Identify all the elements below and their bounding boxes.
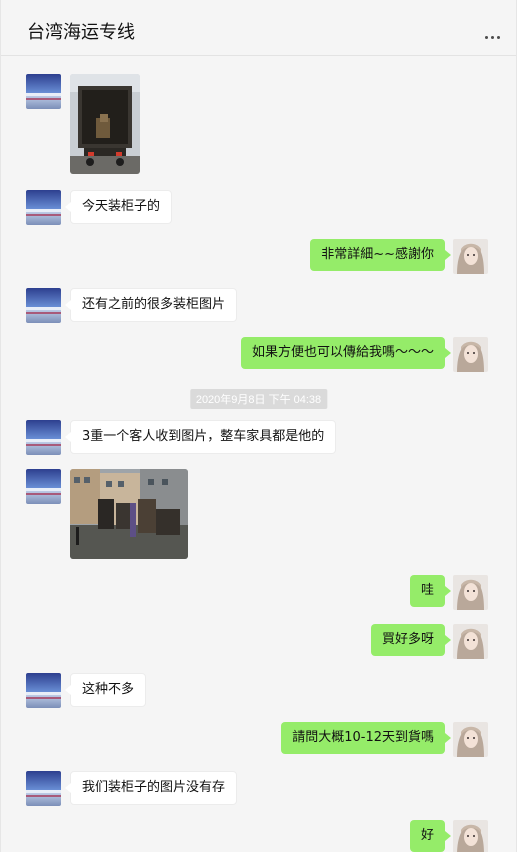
- user-avatar[interactable]: [453, 624, 488, 659]
- message-row: [1, 469, 516, 559]
- user-avatar[interactable]: [453, 820, 488, 852]
- incoming-message-bubble[interactable]: 3重一个客人收到图片，整车家具都是他的: [64, 420, 337, 454]
- outgoing-message-bubble[interactable]: 非常詳細~~感謝你: [310, 239, 451, 271]
- message-row: 非常詳細~~感謝你: [1, 239, 516, 274]
- message-row: 我们装柜子的图片没有存: [1, 771, 516, 806]
- incoming-message-bubble[interactable]: 我们装柜子的图片没有存: [64, 771, 238, 805]
- message-row: 还有之前的很多装柜图片: [1, 288, 516, 323]
- message-row: 請問大概10-12天到貨嗎: [1, 722, 516, 757]
- message-row: 3重一个客人收到图片，整车家具都是他的: [1, 420, 516, 455]
- chat-title: 台湾海运专线: [27, 22, 135, 43]
- outgoing-message-bubble[interactable]: 好: [409, 820, 452, 852]
- user-avatar[interactable]: [453, 722, 488, 757]
- contact-avatar[interactable]: [26, 74, 61, 109]
- chat-window: ⊥ — □ ✕ 台湾海运专线: [0, 0, 517, 852]
- message-row: 今天装柜子的: [1, 190, 516, 225]
- image-message[interactable]: [70, 74, 140, 174]
- outgoing-message-bubble[interactable]: 哇: [409, 575, 452, 607]
- message-list[interactable]: 今天装柜子的 非常詳細~~感謝你 还有之前的很多装柜图片 如果方便也可以傳給我嗎…: [1, 57, 516, 852]
- message-row: 如果方便也可以傳給我嗎～～～: [1, 337, 516, 372]
- user-avatar[interactable]: [453, 337, 488, 372]
- user-avatar[interactable]: [453, 239, 488, 274]
- image-message[interactable]: [70, 469, 188, 559]
- title-bar: 台湾海运专线: [1, 0, 516, 56]
- message-row: 買好多呀: [1, 624, 516, 659]
- message-row: 好: [1, 820, 516, 852]
- message-row: [1, 74, 516, 174]
- message-row: 哇: [1, 575, 516, 610]
- contact-avatar[interactable]: [26, 420, 61, 455]
- message-timestamp: 2020年9月8日 下午 04:38: [189, 389, 328, 409]
- contact-avatar[interactable]: [26, 771, 61, 806]
- message-row: 这种不多: [1, 673, 516, 708]
- contact-avatar[interactable]: [26, 673, 61, 708]
- outgoing-message-bubble[interactable]: 請問大概10-12天到貨嗎: [281, 722, 451, 754]
- contact-avatar[interactable]: [26, 469, 61, 504]
- contact-avatar[interactable]: [26, 288, 61, 323]
- outgoing-message-bubble[interactable]: 買好多呀: [370, 624, 452, 656]
- outgoing-message-bubble[interactable]: 如果方便也可以傳給我嗎～～～: [240, 337, 452, 369]
- incoming-message-bubble[interactable]: 今天装柜子的: [64, 190, 173, 224]
- timestamp-row: 2020年9月8日 下午 04:38: [1, 389, 516, 409]
- incoming-message-bubble[interactable]: 还有之前的很多装柜图片: [64, 288, 238, 322]
- more-options-icon[interactable]: [482, 32, 502, 42]
- user-avatar[interactable]: [453, 575, 488, 610]
- incoming-message-bubble[interactable]: 这种不多: [64, 673, 147, 707]
- contact-avatar[interactable]: [26, 190, 61, 225]
